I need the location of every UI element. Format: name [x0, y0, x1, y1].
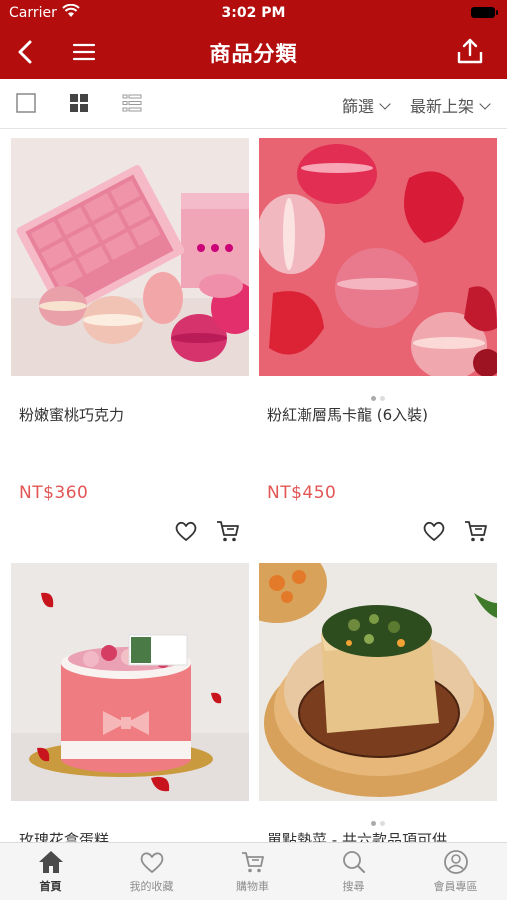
product-image[interactable]	[259, 563, 497, 801]
tab-label: 購物車	[236, 880, 269, 893]
filter-label: 篩選	[342, 97, 375, 116]
grid-view-icon[interactable]	[68, 92, 90, 114]
sort-dropdown[interactable]: 最新上架	[410, 93, 491, 117]
search-icon	[342, 851, 365, 873]
page-title: 商品分類	[209, 42, 298, 66]
user-icon	[443, 850, 468, 874]
tab-home[interactable]: 首頁	[0, 849, 101, 899]
app-header: Carrier 3:02 PM 商品分類	[0, 0, 507, 79]
bottom-tab-bar: 首頁 我的收藏 購物車 搜尋 會員專區	[0, 842, 507, 900]
product-name[interactable]: 單點熱菜 - 共六款品項可供	[267, 829, 495, 842]
product-price: NT$450	[267, 483, 337, 503]
heart-icon[interactable]	[421, 518, 447, 544]
tab-label: 會員專區	[433, 880, 478, 893]
carousel-dots	[259, 386, 497, 401]
home-icon	[38, 851, 63, 873]
heart-icon[interactable]	[173, 518, 199, 544]
status-bar: Carrier 3:02 PM	[0, 0, 507, 26]
battery-icon	[471, 7, 498, 18]
carousel-dots	[259, 811, 497, 826]
share-icon[interactable]	[455, 36, 485, 66]
tab-label: 首頁	[39, 880, 62, 893]
single-view-icon[interactable]	[15, 92, 37, 114]
tab-cart[interactable]: 購物車	[202, 849, 303, 899]
cart-icon[interactable]	[215, 518, 241, 544]
chevron-down-icon	[479, 98, 491, 110]
tab-label: 搜尋	[342, 880, 365, 893]
cart-icon[interactable]	[463, 518, 489, 544]
tab-member[interactable]: 會員專區	[405, 849, 506, 899]
list-view-icon[interactable]	[121, 92, 143, 114]
filter-dropdown[interactable]: 篩選	[342, 93, 391, 117]
product-name[interactable]: 玫瑰花盒蛋糕	[19, 829, 247, 842]
tab-label: 我的收藏	[129, 880, 174, 893]
nav-bar: 商品分類	[0, 26, 507, 79]
tab-favorites[interactable]: 我的收藏	[101, 849, 202, 899]
tab-search[interactable]: 搜尋	[303, 849, 404, 899]
product-image[interactable]	[259, 138, 497, 376]
view-toolbar: 篩選 最新上架	[0, 79, 507, 129]
sort-label: 最新上架	[410, 97, 475, 116]
product-name[interactable]: 粉紅漸層馬卡龍 (6入裝)	[267, 404, 495, 425]
product-image[interactable]	[11, 138, 249, 376]
product-price: NT$360	[19, 483, 89, 503]
heart-icon	[140, 852, 163, 873]
product-name[interactable]: 粉嫩蜜桃巧克力	[19, 404, 247, 425]
chevron-down-icon	[379, 98, 391, 110]
product-image[interactable]	[11, 563, 249, 801]
cart-icon	[241, 852, 264, 873]
product-grid: 粉嫩蜜桃巧克力 NT$360 粉紅漸層馬卡龍 (6入裝) NT$450 玫瑰花盒…	[0, 130, 507, 842]
status-time: 3:02 PM	[221, 5, 286, 21]
